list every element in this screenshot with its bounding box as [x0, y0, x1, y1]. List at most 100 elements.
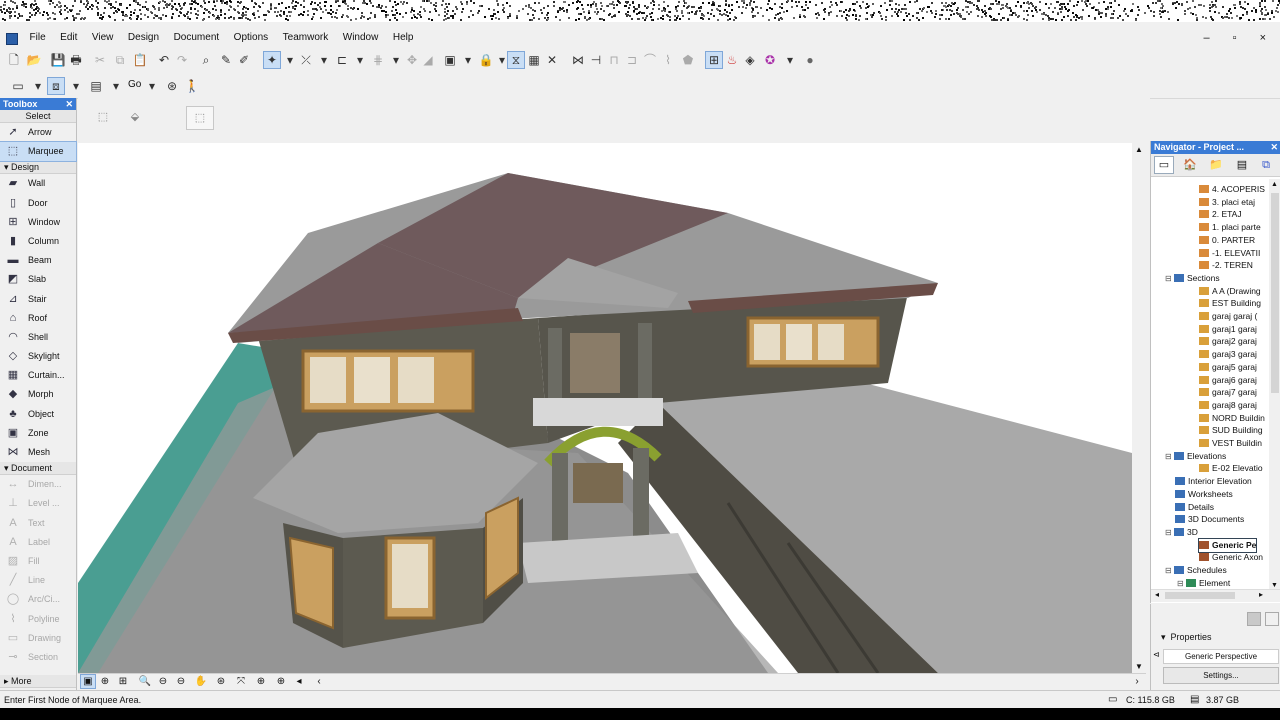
cut-icon[interactable]: ✂: [92, 52, 108, 68]
tree-item[interactable]: -2. TEREN: [1199, 259, 1253, 272]
publisher-icon[interactable]: ▤: [1233, 157, 1251, 173]
settings-button[interactable]: Settings...: [1163, 667, 1279, 684]
explode-icon[interactable]: ⬟: [680, 52, 696, 68]
tree-vertical-scrollbar[interactable]: ▲ ▼: [1269, 179, 1280, 591]
tree-item[interactable]: E-02 Elevatio: [1199, 462, 1263, 475]
tree-item[interactable]: garaj6 garaj: [1199, 374, 1257, 387]
move-icon[interactable]: ✥: [404, 52, 420, 68]
tool-wall[interactable]: ▰ Wall: [0, 174, 76, 193]
tree-item[interactable]: 4. ACOPERIS: [1199, 183, 1265, 196]
find-select-icon[interactable]: ⌕: [198, 52, 214, 68]
menu-document[interactable]: Document: [168, 28, 226, 48]
marquee-rotated-icon[interactable]: ⬙: [122, 106, 148, 128]
layout-book-icon[interactable]: 📁: [1207, 157, 1225, 173]
tool-arrow[interactable]: ➚ Arrow: [0, 123, 76, 142]
tree-item[interactable]: Details: [1175, 501, 1214, 514]
project-map-icon[interactable]: ▭: [1154, 156, 1174, 174]
tree-item[interactable]: Generic Axon: [1199, 551, 1263, 564]
layer-icon[interactable]: ⊏: [334, 52, 350, 68]
tree-item[interactable]: ⊟ Elevations: [1165, 450, 1226, 463]
tool-arc[interactable]: ◯ Arc/Ci...: [0, 590, 76, 609]
tool-curtain-wall[interactable]: ▦ Curtain...: [0, 366, 76, 385]
collapse-icon[interactable]: ⊟: [1165, 450, 1174, 463]
collapse-icon[interactable]: ⊟: [1165, 272, 1174, 285]
help-bubble-icon[interactable]: ●: [802, 52, 818, 68]
floor-plan-view-icon[interactable]: ⊞: [705, 51, 723, 69]
tool-section[interactable]: ⊸ Section: [0, 648, 76, 667]
tree-item[interactable]: ⊟ Element: [1177, 577, 1230, 589]
print-icon[interactable]: 🖶: [68, 52, 84, 68]
zoom-previous-icon[interactable]: ⊕: [254, 675, 268, 688]
tree-item[interactable]: ⊟ Schedules: [1165, 564, 1227, 577]
tool-marquee[interactable]: ⬚ Marquee: [0, 141, 77, 163]
marquee-geometry-icon[interactable]: ⬚: [186, 106, 214, 130]
syringe-icon[interactable]: ✐: [236, 52, 252, 68]
scroll-up-icon[interactable]: ▲: [1271, 181, 1278, 188]
close-x-icon[interactable]: ✕: [544, 52, 560, 68]
close-icon[interactable]: ✕: [65, 98, 73, 110]
chevron-down-icon[interactable]: ▾: [782, 52, 798, 68]
zoom-icon[interactable]: 🔍: [138, 675, 152, 688]
3d-window-icon[interactable]: ◈: [742, 52, 758, 68]
paste-icon[interactable]: 📋: [132, 52, 148, 68]
grid-snap-icon[interactable]: ⋕: [370, 52, 386, 68]
scroll-down-icon[interactable]: ▼: [1135, 662, 1143, 671]
chevron-down-icon[interactable]: ▾: [282, 52, 298, 68]
tool-shell[interactable]: ◠ Shell: [0, 328, 76, 347]
tool-column[interactable]: ▮ Column: [0, 232, 76, 251]
fit-icon[interactable]: ⊛: [214, 675, 228, 688]
zoom-out-alt-icon[interactable]: ⊖: [174, 675, 188, 688]
chevron-down-icon[interactable]: ▾: [144, 78, 160, 94]
tree-item[interactable]: VEST Buildin: [1199, 437, 1262, 450]
tool-roof[interactable]: ⌂ Roof: [0, 309, 76, 328]
tool-zone[interactable]: ▣ Zone: [0, 424, 76, 443]
magic-wand-icon[interactable]: ✦: [263, 51, 281, 69]
select-section-header[interactable]: Select: [0, 110, 76, 123]
menu-window[interactable]: Window: [337, 28, 385, 48]
tool-mesh[interactable]: ⋈ Mesh: [0, 443, 76, 462]
3d-viewport[interactable]: [78, 143, 1132, 673]
tool-object[interactable]: ♣ Object: [0, 405, 76, 424]
tree-item[interactable]: garaj8 garaj: [1199, 399, 1257, 412]
chevron-down-icon[interactable]: ▾: [388, 52, 404, 68]
explore-icon[interactable]: ⤧: [234, 675, 248, 688]
tool-label[interactable]: A Label: [0, 533, 76, 552]
group-icon[interactable]: ▣: [442, 52, 458, 68]
viewport-vertical-scrollbar[interactable]: ▲ ▼: [1132, 143, 1146, 673]
view-map-icon[interactable]: 🏠: [1181, 157, 1199, 173]
trace-icon[interactable]: ⧖: [507, 51, 525, 69]
undo-icon[interactable]: ↶: [156, 52, 172, 68]
tree-item[interactable]: NORD Buildin: [1199, 412, 1265, 425]
tool-slab[interactable]: ◩ Slab: [0, 270, 76, 289]
tree-item[interactable]: SUD Building: [1199, 424, 1263, 437]
scroll-right-icon[interactable]: ›: [1130, 675, 1144, 688]
window-controls[interactable]: – ▫ ×: [1203, 28, 1276, 48]
chevron-down-icon[interactable]: ▾: [352, 52, 368, 68]
tool-stair[interactable]: ⊿ Stair: [0, 290, 76, 309]
scroll-left-icon[interactable]: ◂: [1155, 590, 1159, 599]
tree-item[interactable]: 2. ETAJ: [1199, 208, 1242, 221]
tool-morph[interactable]: ◆ Morph: [0, 385, 76, 404]
table-icon[interactable]: ▦: [526, 52, 542, 68]
tree-item[interactable]: Generic Pe: [1197, 537, 1258, 553]
drag-icon[interactable]: ◢: [420, 52, 436, 68]
tree-item[interactable]: 3. placi etaj: [1199, 196, 1255, 209]
menu-file[interactable]: File: [24, 28, 52, 48]
properties-option-icon[interactable]: [1247, 612, 1261, 626]
tool-beam[interactable]: ▬ Beam: [0, 251, 76, 270]
tool-fill[interactable]: ▨ Fill: [0, 552, 76, 571]
tool-level-dimension[interactable]: ⊥ Level ...: [0, 494, 76, 513]
tree-item[interactable]: garaj5 garaj: [1199, 361, 1257, 374]
tree-horizontal-scrollbar[interactable]: ◂ ▸: [1151, 589, 1280, 602]
orbit-icon[interactable]: ⊛: [164, 78, 180, 94]
document-section-header[interactable]: ▾ Document: [0, 462, 76, 476]
scroll-up-icon[interactable]: ▲: [1135, 145, 1143, 154]
close-icon[interactable]: ✕: [1270, 141, 1278, 154]
zoom-in-icon[interactable]: ⊕: [98, 675, 112, 688]
tool-door[interactable]: ▯ Door: [0, 194, 76, 213]
organizer-icon[interactable]: ⧉: [1257, 157, 1275, 173]
split-icon[interactable]: ⋈: [570, 52, 586, 68]
new-icon[interactable]: 🗋: [6, 52, 22, 68]
tool-text[interactable]: A Text: [0, 514, 76, 533]
view-preset-icon[interactable]: ▣: [80, 674, 96, 689]
